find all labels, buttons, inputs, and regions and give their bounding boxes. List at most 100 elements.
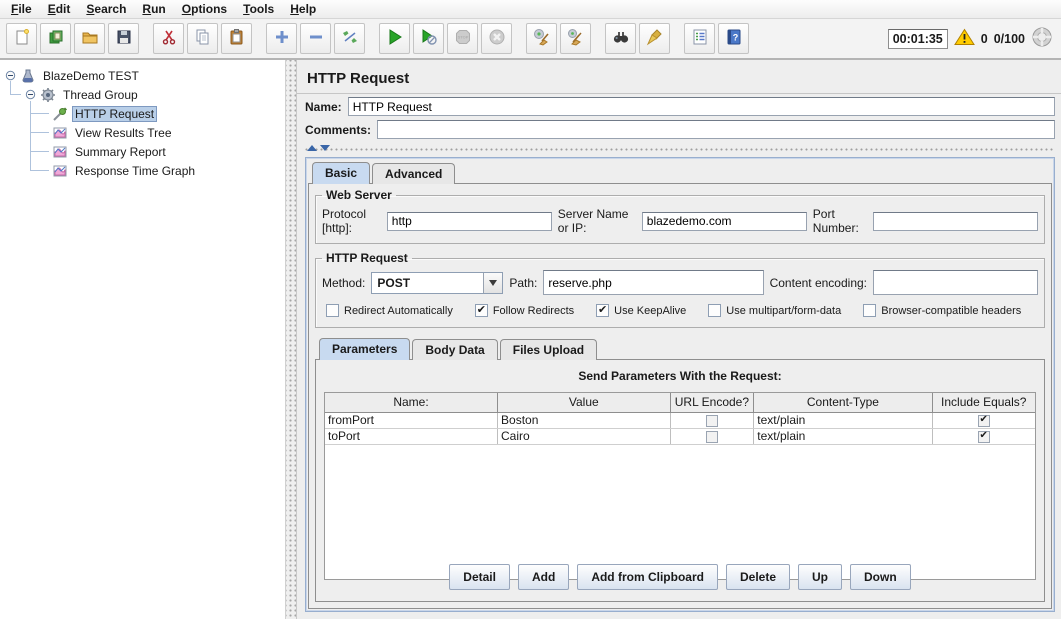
web-server-group: Web Server Protocol [http]: Server Name … <box>315 188 1045 244</box>
clear-button[interactable] <box>526 23 557 54</box>
param-value-cell[interactable]: Boston <box>498 412 671 428</box>
protocol-input[interactable] <box>387 212 552 231</box>
column-header-url-encode: URL Encode? <box>670 393 754 412</box>
menu-edit[interactable]: Edit <box>41 1 78 17</box>
copy-button[interactable] <box>187 23 218 54</box>
cut-button[interactable] <box>153 23 184 54</box>
paste-button[interactable] <box>221 23 252 54</box>
tree-node-label[interactable]: Response Time Graph <box>72 164 198 178</box>
url-encode-checkbox[interactable] <box>706 431 718 443</box>
content-encoding-input[interactable] <box>873 270 1038 295</box>
toolbar: STOP ? 00:01:35 0 0/100 <box>0 19 1061 60</box>
menu-help[interactable]: Help <box>283 1 323 17</box>
new-file-icon <box>13 28 31 49</box>
column-header-content-type: Content-Type <box>754 393 932 412</box>
content-encoding-label: Content encoding: <box>770 276 867 290</box>
tree-node-label[interactable]: Thread Group <box>60 88 141 102</box>
param-name-cell[interactable]: fromPort <box>325 412 498 428</box>
tree-node-http-request[interactable]: HTTP Request <box>0 104 285 123</box>
menu-file[interactable]: File <box>4 1 39 17</box>
clear-all-button[interactable] <box>560 23 591 54</box>
test-plan-tree: BlazeDemo TEST Thread Group HTTP Request… <box>0 60 286 619</box>
function-helper-button[interactable] <box>684 23 715 54</box>
menu-search[interactable]: Search <box>79 1 133 17</box>
table-row[interactable]: toPort Cairo text/plain <box>325 428 1035 444</box>
expand-handle-icon[interactable] <box>25 89 36 100</box>
add-from-clipboard-button[interactable]: Add from Clipboard <box>577 564 718 590</box>
menu-options[interactable]: Options <box>175 1 234 17</box>
option-follow-redirects[interactable]: Follow Redirects <box>475 304 574 317</box>
payload-tabpane: Parameters Body Data Files Upload Send P… <box>315 336 1045 602</box>
tree-node-label[interactable]: Summary Report <box>72 145 169 159</box>
port-number-input[interactable] <box>873 212 1038 231</box>
delete-button[interactable]: Delete <box>726 564 790 590</box>
help-button[interactable]: ? <box>718 23 749 54</box>
start-button[interactable] <box>379 23 410 54</box>
checkbox[interactable] <box>475 304 488 317</box>
table-row[interactable]: fromPort Boston text/plain <box>325 412 1035 428</box>
up-button[interactable]: Up <box>798 564 842 590</box>
templates-button[interactable] <box>40 23 71 54</box>
toggle-elements-button[interactable] <box>334 23 365 54</box>
tree-split-divider[interactable] <box>286 60 296 619</box>
tree-node-response-time-graph[interactable]: Response Time Graph <box>0 161 285 180</box>
url-encode-checkbox[interactable] <box>706 415 718 427</box>
tab-basic[interactable]: Basic <box>312 162 370 184</box>
detail-button[interactable]: Detail <box>449 564 510 590</box>
tab-files-upload[interactable]: Files Upload <box>500 339 597 360</box>
start-no-timers-button[interactable] <box>413 23 444 54</box>
tab-body-data[interactable]: Body Data <box>412 339 497 360</box>
tree-node-label[interactable]: View Results Tree <box>72 126 175 140</box>
include-equals-checkbox[interactable] <box>978 415 990 427</box>
new-button[interactable] <box>6 23 37 54</box>
content-type-cell[interactable]: text/plain <box>754 428 932 444</box>
tree-node-summary-report[interactable]: Summary Report <box>0 142 285 161</box>
open-button[interactable] <box>74 23 105 54</box>
tree-node-label[interactable]: BlazeDemo TEST <box>40 69 142 83</box>
comments-input[interactable] <box>377 120 1055 139</box>
path-input[interactable] <box>543 270 763 295</box>
tree-node-view-results-tree[interactable]: View Results Tree <box>0 123 285 142</box>
tree-node-label[interactable]: HTTP Request <box>72 106 157 122</box>
remove-element-button[interactable] <box>300 23 331 54</box>
content-type-cell[interactable]: text/plain <box>754 412 932 428</box>
option-multipart-form-data[interactable]: Use multipart/form-data <box>708 304 841 317</box>
checkbox-label: Redirect Automatically <box>344 305 453 317</box>
checkbox[interactable] <box>326 304 339 317</box>
split-collapse-down-icon[interactable] <box>320 145 330 151</box>
name-input[interactable] <box>348 97 1055 116</box>
combo-arrow-button[interactable] <box>483 273 502 293</box>
tab-parameters[interactable]: Parameters <box>319 338 410 360</box>
reset-search-icon <box>646 28 664 49</box>
add-button[interactable]: Add <box>518 564 569 590</box>
menu-tools[interactable]: Tools <box>236 1 281 17</box>
option-use-keepalive[interactable]: Use KeepAlive <box>596 304 686 317</box>
checkbox[interactable] <box>596 304 609 317</box>
tree-node-test-plan[interactable]: BlazeDemo TEST <box>0 66 285 85</box>
warning-icon[interactable] <box>954 28 975 49</box>
tab-advanced[interactable]: Advanced <box>372 163 455 184</box>
expand-handle-icon[interactable] <box>5 70 16 81</box>
tree-node-thread-group[interactable]: Thread Group <box>0 85 285 104</box>
search-button[interactable] <box>605 23 636 54</box>
server-name-label: Server Name or IP: <box>558 207 636 235</box>
save-button[interactable] <box>108 23 139 54</box>
option-redirect-automatically[interactable]: Redirect Automatically <box>326 304 453 317</box>
param-name-cell[interactable]: toPort <box>325 428 498 444</box>
shutdown-button[interactable] <box>481 23 512 54</box>
checkbox[interactable] <box>708 304 721 317</box>
server-name-input[interactable] <box>642 212 807 231</box>
add-element-button[interactable] <box>266 23 297 54</box>
param-value-cell[interactable]: Cairo <box>498 428 671 444</box>
method-select[interactable]: POST <box>371 272 503 294</box>
checkbox[interactable] <box>863 304 876 317</box>
include-equals-checkbox[interactable] <box>978 431 990 443</box>
split-collapse-up-icon[interactable] <box>307 145 317 151</box>
option-browser-compatible-headers[interactable]: Browser-compatible headers <box>863 304 1021 317</box>
reset-search-button[interactable] <box>639 23 670 54</box>
down-button[interactable]: Down <box>850 564 911 590</box>
editor-split-divider[interactable] <box>305 142 1055 155</box>
minus-icon <box>307 28 325 49</box>
stop-button[interactable]: STOP <box>447 23 478 54</box>
menu-run[interactable]: Run <box>135 1 172 17</box>
